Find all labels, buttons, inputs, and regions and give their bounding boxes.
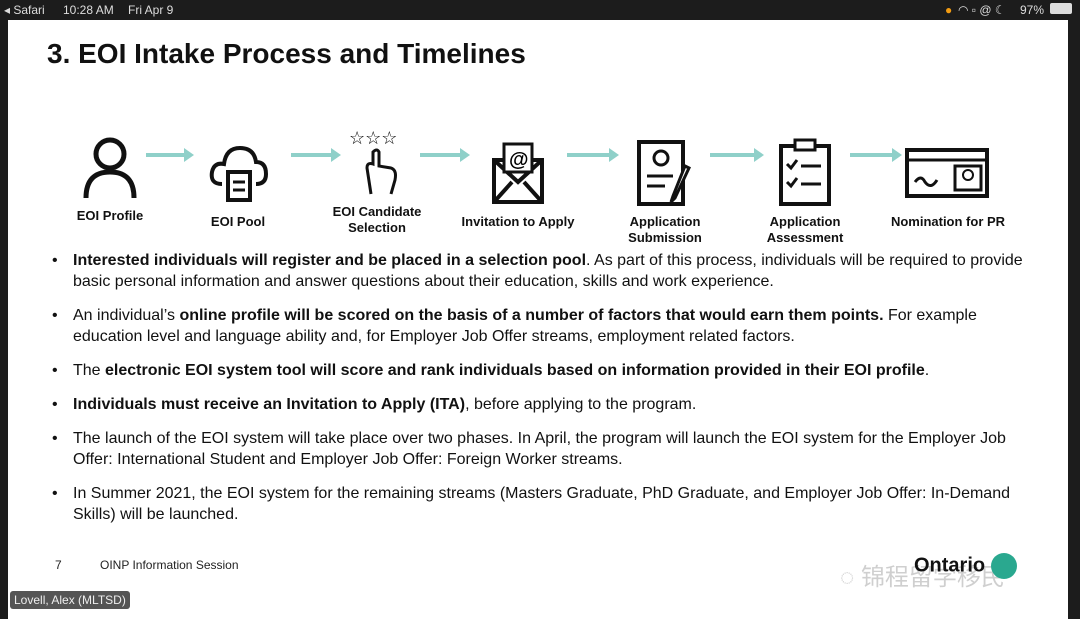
process-step: EOI Profile	[40, 132, 180, 224]
bullet-item: An individual’s online profile will be s…	[52, 305, 1042, 347]
ontario-logo: Ontario	[914, 553, 1017, 579]
battery-icon	[1050, 3, 1072, 14]
step-label: Application Assessment	[766, 214, 844, 245]
time: 10:28 AM	[63, 3, 114, 17]
cloud-document-icon	[209, 145, 268, 202]
step-label: EOI Candidate Selection	[332, 204, 422, 235]
page-number: 7	[55, 558, 62, 572]
clipboard-checklist-icon	[779, 138, 831, 206]
bullet-item: The electronic EOI system tool will scor…	[52, 360, 1042, 381]
bullet-text: , before applying to the program.	[465, 396, 697, 413]
arrow-icon	[291, 148, 341, 162]
wifi-icon: ◠ ▫ @ ☾	[958, 3, 1006, 17]
step-label: Nomination for PR	[890, 214, 1006, 229]
hand-stars-icon: ☆☆☆	[349, 128, 397, 195]
bullet-item: Interested individuals will register and…	[52, 250, 1042, 292]
person-icon	[83, 137, 137, 199]
bullet-text: An individual’s	[73, 307, 180, 324]
battery-level: 97%	[1020, 3, 1045, 17]
date: Fri Apr 9	[128, 3, 174, 17]
bullet-item: Individuals must receive an Invitation t…	[52, 394, 1042, 415]
status-bar: ◂ Safari 10:28 AM Fri Apr 9 ● ◠ ▫ @ ☾ 97…	[0, 0, 1080, 19]
arrow-icon	[710, 148, 764, 162]
bullet-text: The launch of the EOI system will take p…	[73, 430, 1006, 468]
logo-text: Ontario	[914, 554, 986, 577]
process-step: ☆☆☆ EOI Candidate Selection	[307, 128, 447, 236]
arrow-icon	[420, 148, 470, 162]
participant-name-tag: Lovell, Alex (MLTSD)	[10, 591, 130, 609]
bullet-item: The launch of the EOI system will take p…	[52, 428, 1042, 470]
slide-title: 3. EOI Intake Process and Timelines	[47, 38, 526, 69]
step-label: Invitation to Apply	[461, 214, 575, 229]
bullet-list: Interested individuals will register and…	[52, 250, 1042, 538]
bullet-item: In Summer 2021, the EOI system for the r…	[52, 483, 1042, 525]
mic-indicator-icon: ●	[945, 3, 953, 17]
footer-text: OINP Information Session	[100, 558, 239, 572]
step-label: EOI Profile	[76, 208, 144, 223]
app-name: Safari	[13, 3, 45, 17]
bullet-text: .	[924, 362, 930, 379]
bullet-text: The	[73, 362, 106, 379]
bullet-bold-text: Interested individuals will register and…	[73, 252, 587, 269]
arrow-icon	[567, 148, 619, 162]
svg-text:@: @	[509, 149, 529, 171]
envelope-at-icon: @	[492, 142, 544, 204]
arrow-icon	[146, 148, 194, 162]
bullet-text: In Summer 2021, the EOI system for the r…	[73, 485, 1010, 523]
back-to-app[interactable]: ◂ Safari	[4, 3, 45, 17]
svg-text:☆☆☆: ☆☆☆	[349, 128, 397, 148]
bullet-bold-text: electronic EOI system tool will score an…	[105, 362, 925, 379]
step-label: Application Submission	[628, 214, 702, 245]
bullet-bold-text: online profile will be scored on the bas…	[179, 307, 884, 324]
trillium-icon	[990, 553, 1017, 579]
arrow-icon	[850, 148, 902, 162]
form-pen-icon	[637, 140, 691, 206]
bullet-bold-text: Individuals must receive an Invitation t…	[73, 396, 466, 413]
id-card-icon	[905, 148, 989, 198]
step-label: EOI Pool	[210, 214, 266, 229]
